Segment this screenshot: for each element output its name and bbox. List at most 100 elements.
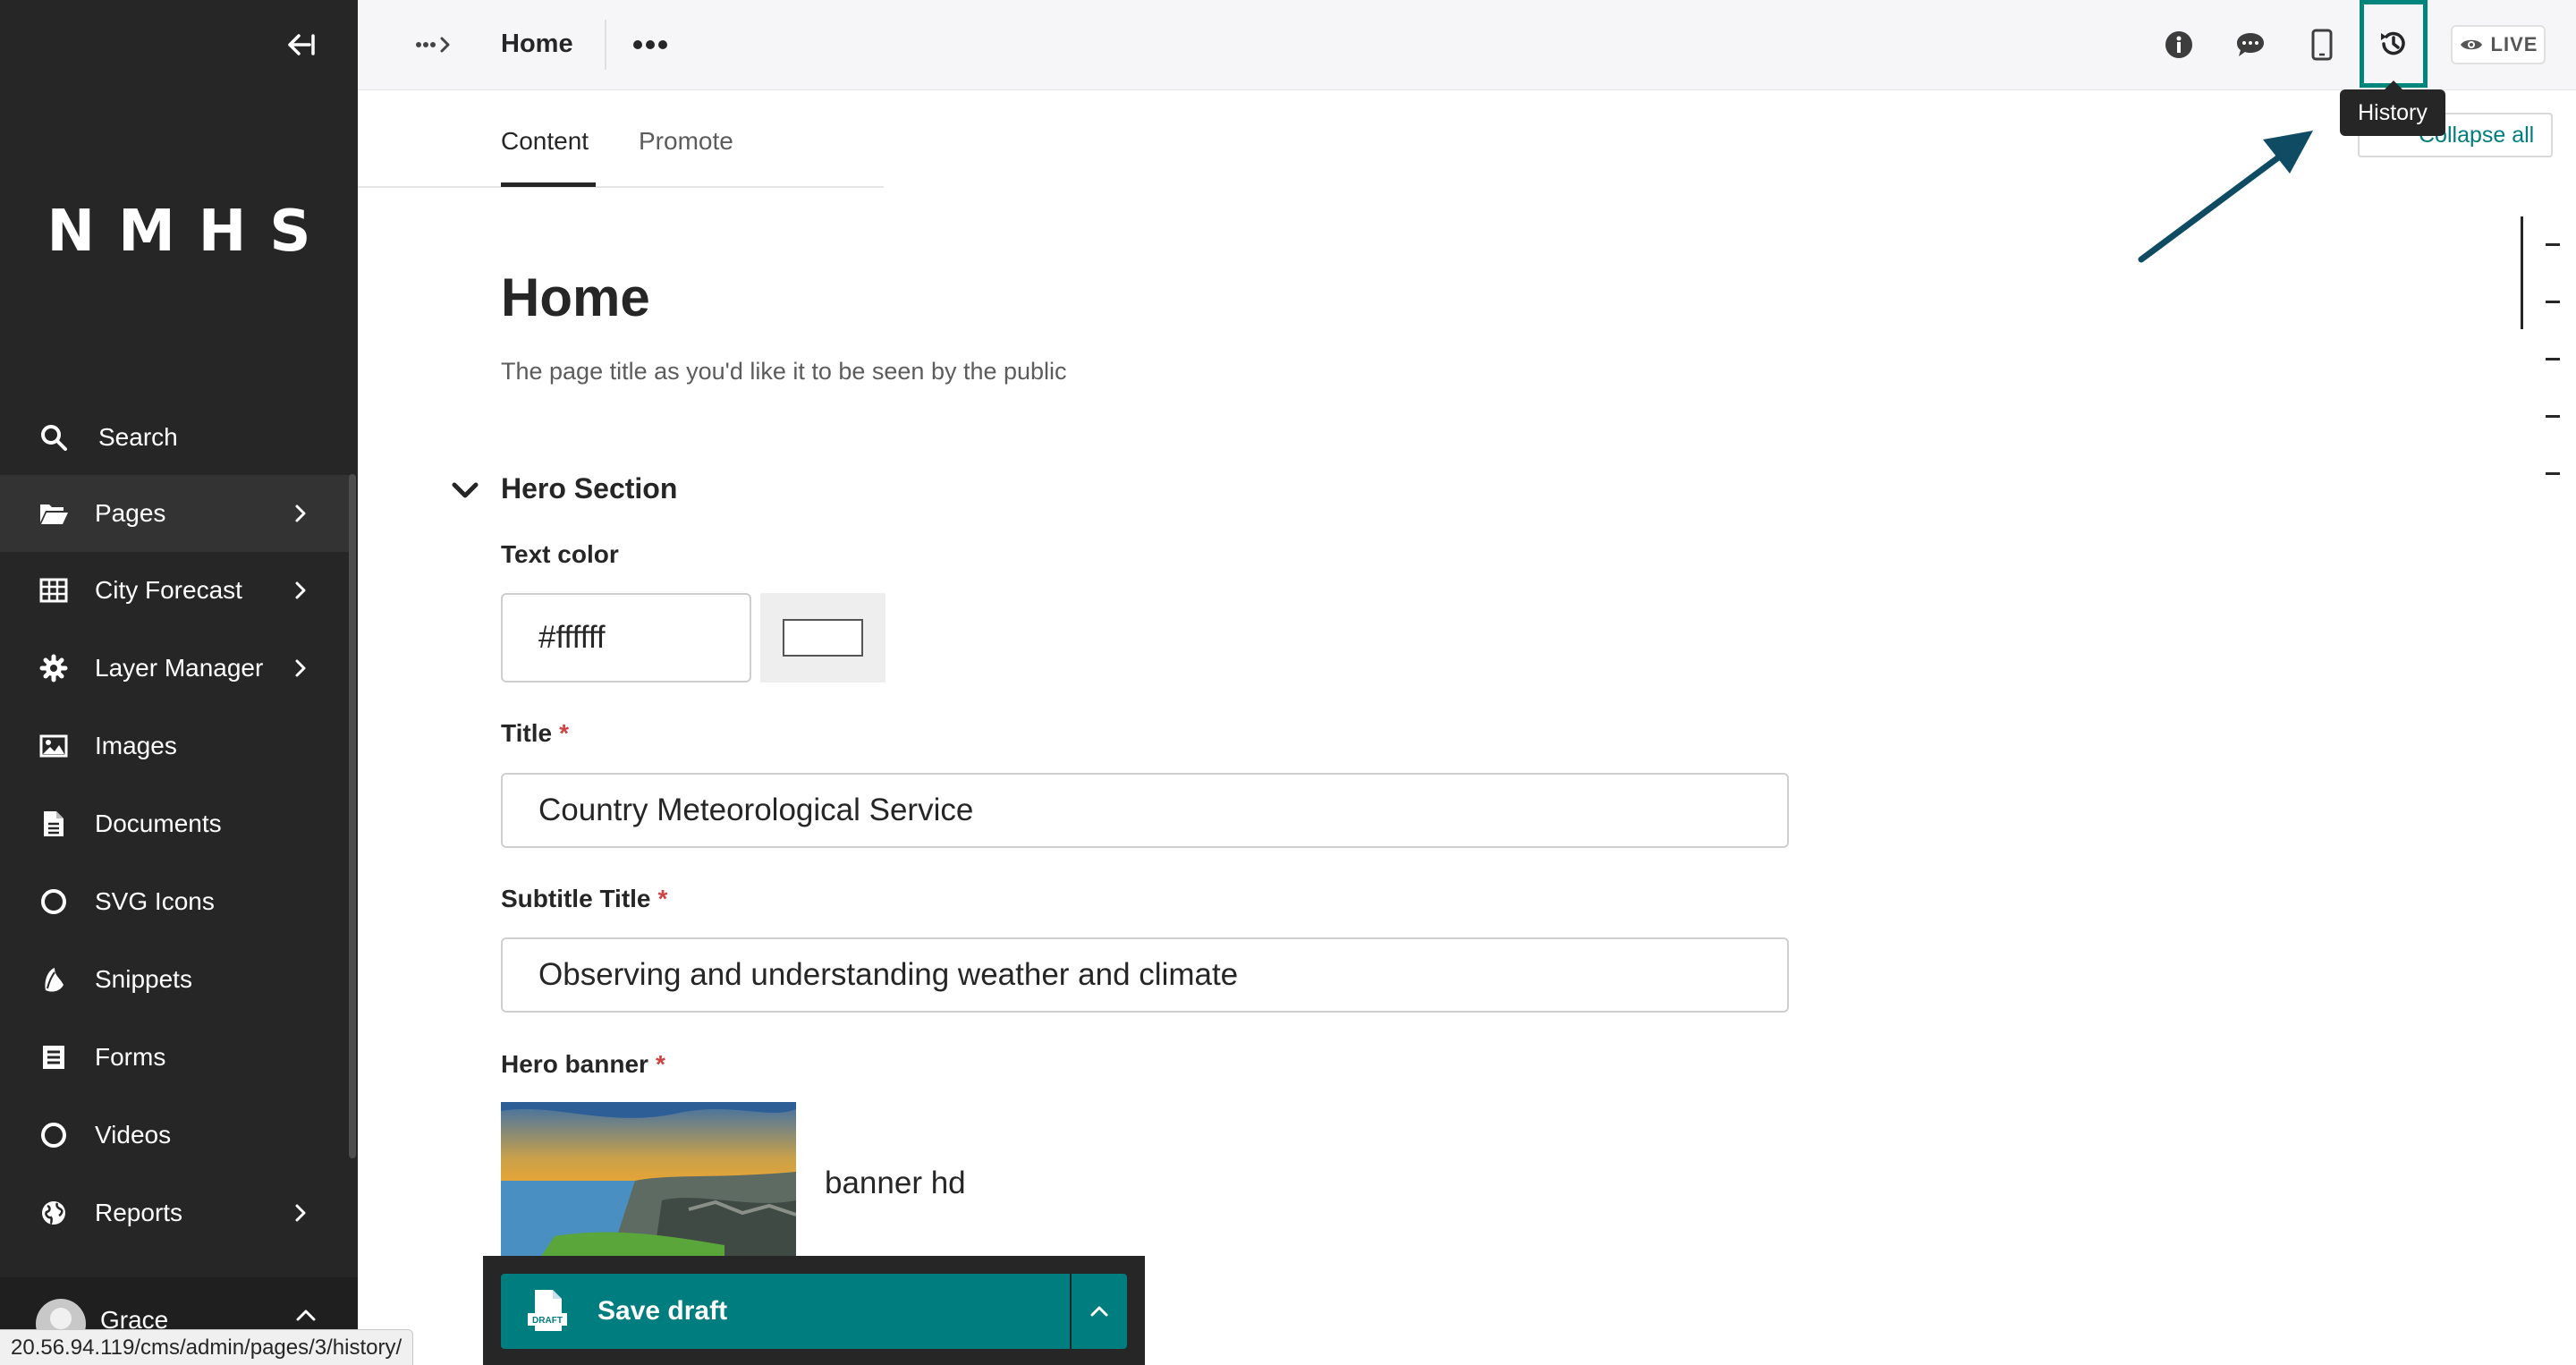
sidebar-item-label: Layer Manager [95,654,264,682]
color-swatch [783,619,863,657]
sidebar-item-label: Forms [95,1043,166,1071]
header-title: Home [501,30,573,58]
info-button[interactable] [2159,25,2199,64]
sidebar-item-label: Reports [95,1199,183,1226]
header-divider [605,20,606,70]
minimap-item[interactable] [2546,243,2560,246]
sidebar-item-layer-manager[interactable]: Layer Manager [0,630,351,707]
history-tooltip: History [2340,81,2445,136]
title-input[interactable]: Country Meteorological Service [501,773,1789,848]
active-tab-indicator [501,182,596,187]
banner-image [501,1102,796,1263]
title-label: Title * [501,719,569,748]
site-logo[interactable]: NMHS [0,199,358,265]
page-title-field[interactable]: Home [501,267,650,328]
sidebar-item-pages[interactable]: Pages [0,475,351,552]
color-picker-button[interactable] [760,593,886,682]
tab-promote[interactable]: Promote [639,127,733,156]
breadcrumb-toggle-button[interactable] [408,27,462,63]
minimap-item[interactable] [2546,472,2560,475]
sidebar-item-snippets[interactable]: Snippets [0,941,351,1018]
document-icon [38,808,70,840]
history-icon [2381,31,2405,55]
status-bar-url: 20.56.94.119/cms/admin/pages/3/history/ [0,1329,414,1365]
more-actions-button[interactable] [626,25,674,64]
globe-icon [38,1197,70,1229]
sidebar-item-city-forecast[interactable]: City Forecast [0,552,351,629]
chevron-down-icon [452,482,479,498]
chevron-up-icon [1090,1306,1108,1317]
sidebar-item-label: Search [98,423,178,451]
minimap-item[interactable] [2546,415,2560,418]
history-button[interactable] [2360,0,2428,88]
hero-banner-label-text: Hero banner [501,1050,648,1078]
required-marker: * [657,885,668,912]
section-title[interactable]: Hero Section [501,472,677,505]
image-icon [38,730,70,762]
chevron-right-icon [288,656,313,681]
sidebar-item-documents[interactable]: Documents [0,785,351,862]
chevron-right-icon [288,578,313,603]
sidebar: NMHS Search Pages City Forecast Layer Ma… [0,0,358,1365]
sidebar-item-label: Images [95,732,177,759]
sidebar-item-label: Snippets [95,965,192,993]
subtitle-input[interactable]: Observing and understanding weather and … [501,937,1789,1013]
section-collapse-toggle[interactable] [447,474,483,506]
minimap-viewport[interactable] [2521,216,2523,329]
sidebar-item-label: Documents [95,810,222,837]
sidebar-item-forms[interactable]: Forms [0,1019,351,1096]
sidebar-item-label: Videos [95,1121,172,1149]
tab-content[interactable]: Content [501,127,589,156]
subtitle-label-text: Subtitle Title [501,885,651,912]
footer-action-bar: DRAFT Save draft [483,1256,1145,1365]
save-draft-button[interactable]: DRAFT Save draft [501,1274,1070,1349]
eye-icon [2460,39,2482,50]
form-icon [38,1041,70,1073]
required-marker: * [655,1050,665,1078]
text-color-label: Text color [501,540,619,568]
draft-document-icon: DRAFT [528,1290,567,1331]
text-color-input[interactable]: #ffffff [501,593,751,682]
more-publish-actions-button[interactable] [1072,1274,1127,1349]
collapse-sidebar-button[interactable] [268,20,331,70]
hero-banner-name: banner hd [825,1166,966,1200]
sidebar-item-search[interactable]: Search [0,399,351,476]
mobile-preview-icon [2311,29,2333,61]
chevron-right-icon [288,1200,313,1225]
sidebar-item-images[interactable]: Images [0,708,351,784]
collapse-left-icon [288,34,315,55]
search-icon [38,421,70,454]
sidebar-item-videos[interactable]: Videos [0,1097,351,1174]
subtitle-label: Subtitle Title * [501,885,667,913]
page-header: Home LIVE [358,0,2576,90]
sidebar-item-svg-icons[interactable]: SVG Icons [0,863,351,940]
gear-icon [38,652,70,684]
sidebar-item-label: SVG Icons [95,887,215,915]
required-marker: * [559,719,569,747]
title-label-text: Title [501,719,553,747]
info-icon [2165,31,2192,58]
leaf-icon [38,963,70,996]
save-draft-label: Save draft [597,1296,728,1326]
live-status-button[interactable]: LIVE [2451,25,2546,64]
comments-button[interactable] [2231,25,2270,64]
live-label: LIVE [2490,33,2538,55]
folder-open-icon [38,497,70,530]
comment-icon [2237,33,2264,56]
chevron-right-icon [288,501,313,526]
tabs-divider [358,186,884,188]
more-icon [633,40,667,49]
annotation-arrow [2138,131,2313,263]
sidebar-scrollbar[interactable] [349,474,356,1158]
chevron-up-icon [295,1308,317,1327]
minimap-item[interactable] [2546,301,2560,303]
hero-banner-label: Hero banner * [501,1050,665,1079]
draft-icon-text: DRAFT [532,1316,563,1326]
table-icon [38,574,70,606]
minimap-item[interactable] [2546,358,2560,360]
sidebar-item-reports[interactable]: Reports [0,1174,351,1251]
mobile-preview-button[interactable] [2302,23,2342,66]
breadcrumb-toggle-icon [416,37,450,53]
sidebar-item-label: City Forecast [95,576,242,604]
hero-banner-thumbnail[interactable] [501,1102,796,1263]
